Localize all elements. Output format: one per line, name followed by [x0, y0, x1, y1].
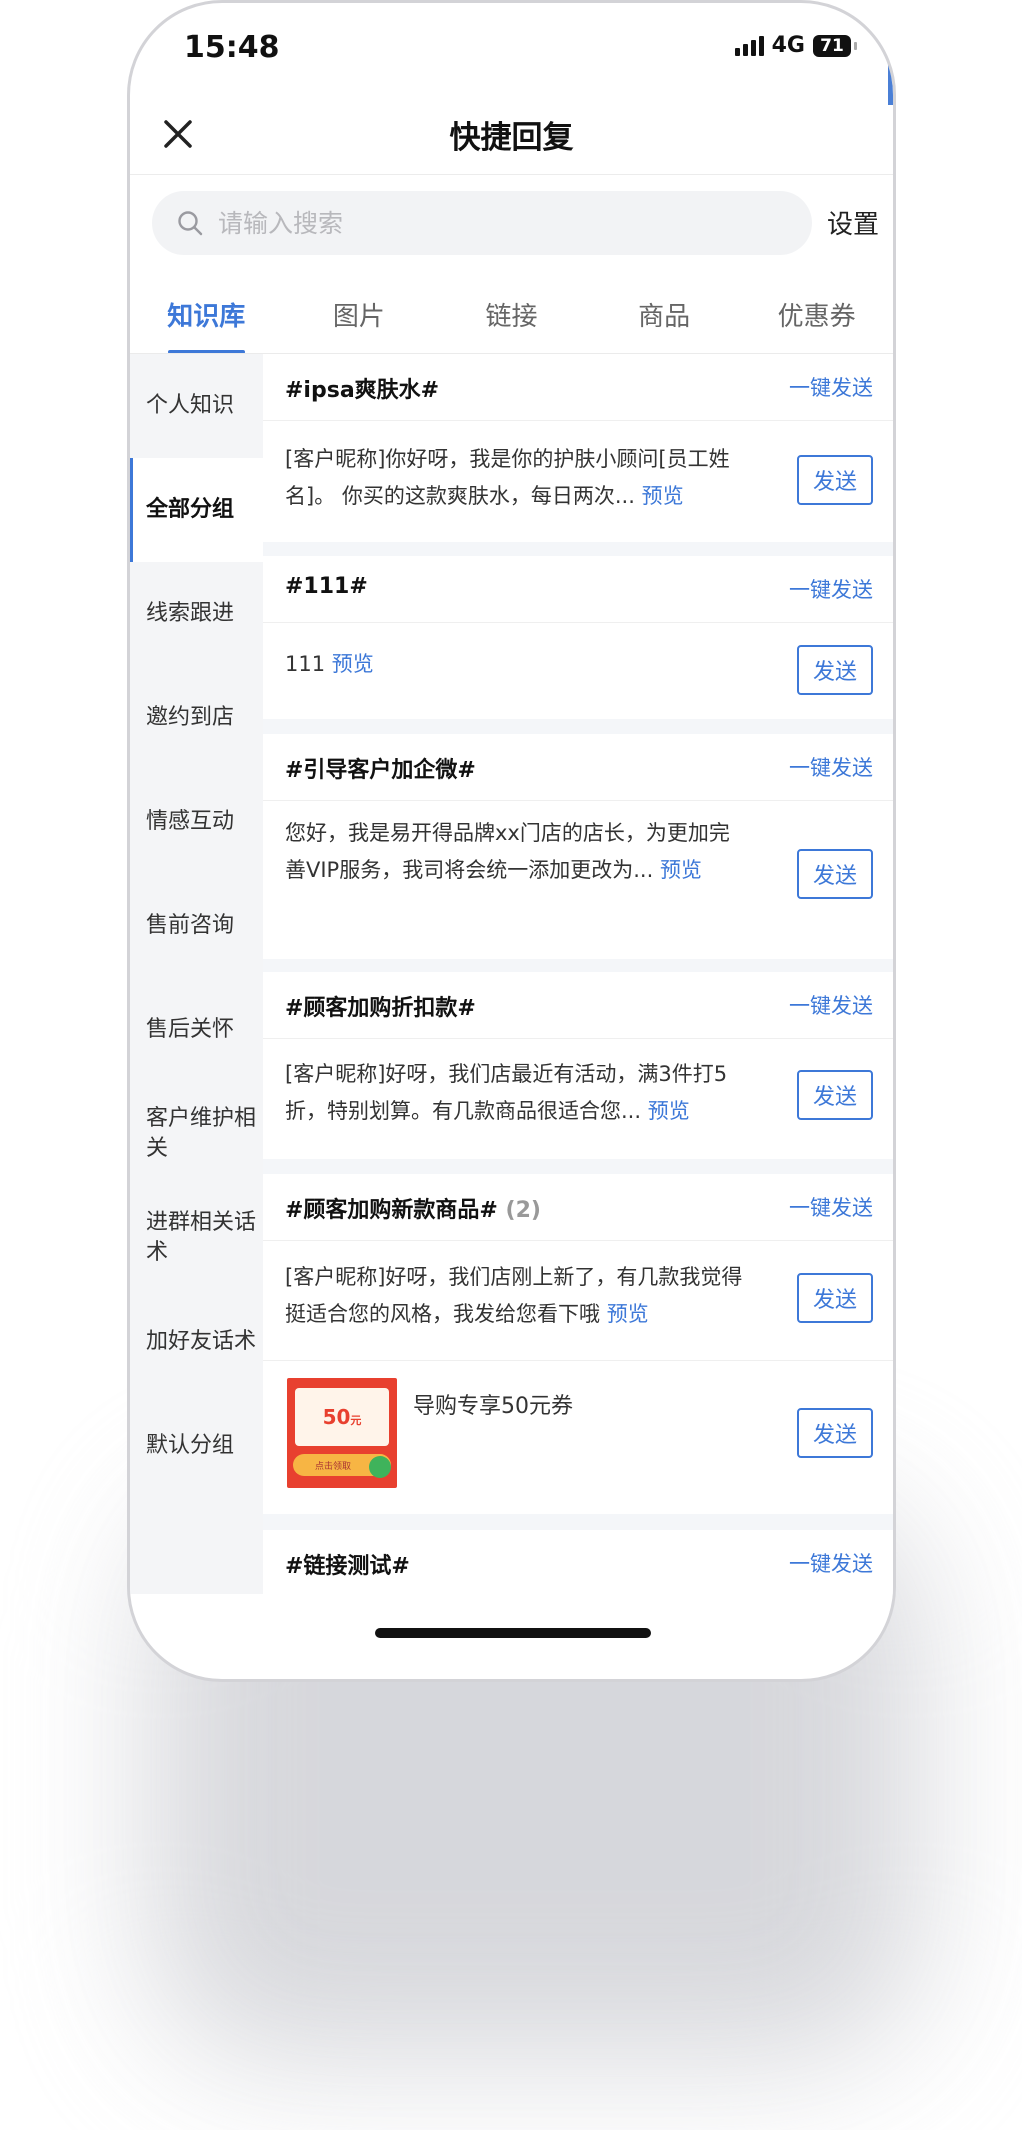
- send-coupon-button[interactable]: 发送: [797, 1408, 873, 1458]
- tab-links[interactable]: 链接: [435, 288, 588, 354]
- sidebar-item-customer-care[interactable]: 客户维护相关: [130, 1082, 263, 1186]
- coupon-value: 50: [322, 1405, 351, 1429]
- sidebar-item-personal[interactable]: 个人知识: [130, 354, 263, 458]
- quick-send-button[interactable]: 一键发送: [789, 1192, 873, 1222]
- send-button[interactable]: 发送: [797, 455, 873, 505]
- home-indicator: [375, 1628, 651, 1638]
- network-type: 4G: [771, 33, 805, 58]
- card-header: #链接测试# 一键发送: [263, 1530, 893, 1596]
- reply-card: #顾客加购折扣款# 一键发送 [客户昵称]好呀，我们店最近有活动，满3件打5折，…: [263, 972, 893, 1159]
- card-title: #顾客加购折扣款#: [285, 996, 476, 1021]
- coupon-unit: 元: [350, 1414, 362, 1427]
- sidebar-item-invite-store[interactable]: 邀约到店: [130, 666, 263, 770]
- send-button[interactable]: 发送: [797, 1070, 873, 1120]
- card-header: #引导客户加企微# 一键发送: [263, 734, 893, 801]
- preview-link[interactable]: 预览: [648, 1099, 690, 1123]
- sidebar-item-aftersale[interactable]: 售后关怀: [130, 978, 263, 1082]
- sidebar-item-label: 客户维护相关: [146, 1106, 257, 1161]
- card-title-text: #顾客加购新款商品#: [285, 1198, 498, 1223]
- sidebar-item-add-friend[interactable]: 加好友话术: [130, 1290, 263, 1394]
- card-header: #111# 一键发送: [263, 556, 893, 623]
- category-sidebar: 个人知识 全部分组 线索跟进 邀约到店 情感互动 售前咨询 售后关怀 客户维护相…: [130, 354, 263, 1594]
- sidebar-item-label: 邀约到店: [146, 705, 235, 730]
- tab-knowledge[interactable]: 知识库: [130, 288, 283, 354]
- reply-card: #ipsa爽肤水# 一键发送 [客户昵称]你好呀，我是你的护肤小顾问[员工姓名]…: [263, 354, 893, 542]
- coupon-title: 导购专享50元券: [413, 1394, 573, 1419]
- sidebar-item-label: 售后关怀: [146, 1017, 235, 1042]
- sidebar-item-lead-followup[interactable]: 线索跟进: [130, 562, 263, 666]
- preview-link[interactable]: 预览: [642, 484, 684, 508]
- card-title: #顾客加购新款商品# (2): [285, 1192, 541, 1224]
- status-indicators: 4G 71: [734, 33, 857, 58]
- sidebar-item-emotional[interactable]: 情感互动: [130, 770, 263, 874]
- tab-images[interactable]: 图片: [283, 288, 436, 354]
- card-title: #ipsa爽肤水#: [285, 378, 440, 403]
- signal-icon: [734, 35, 764, 56]
- card-message: [客户昵称]你好呀，我是你的护肤小顾问[员工姓名]。 你买的这款爽肤水，每日两次…: [285, 441, 750, 515]
- send-button[interactable]: 发送: [797, 1273, 873, 1323]
- settings-button[interactable]: 设置: [827, 204, 879, 241]
- card-title: #链接测试#: [285, 1554, 410, 1579]
- card-title: #引导客户加企微#: [285, 758, 476, 783]
- card-header: #顾客加购新款商品# (2) 一键发送: [263, 1174, 893, 1241]
- battery-icon: 71: [813, 34, 857, 57]
- quick-send-button[interactable]: 一键发送: [789, 372, 873, 402]
- reply-list: #ipsa爽肤水# 一键发送 [客户昵称]你好呀，我是你的护肤小顾问[员工姓名]…: [263, 354, 893, 1600]
- search-box[interactable]: [152, 191, 812, 255]
- card-header: #顾客加购折扣款# 一键发送: [263, 972, 893, 1039]
- sidebar-item-group-scripts[interactable]: 进群相关话术: [130, 1186, 263, 1290]
- sidebar-item-label: 进群相关话术: [146, 1210, 257, 1265]
- reply-card: #顾客加购新款商品# (2) 一键发送 [客户昵称]好呀，我们店刚上新了，有几款…: [263, 1174, 893, 1514]
- card-message: 111 预览: [285, 646, 750, 683]
- quick-send-button[interactable]: 一键发送: [789, 752, 873, 782]
- quick-send-button[interactable]: 一键发送: [789, 990, 873, 1020]
- card-divider: [263, 1360, 893, 1361]
- preview-link[interactable]: 预览: [607, 1302, 649, 1326]
- sidebar-item-presale[interactable]: 售前咨询: [130, 874, 263, 978]
- message-text: 111: [285, 652, 326, 676]
- sidebar-item-label: 全部分组: [146, 497, 235, 522]
- sidebar-item-label: 个人知识: [146, 393, 235, 418]
- reply-card: #引导客户加企微# 一键发送 您好，我是易开得品牌xx门店的店长，为更加完善VI…: [263, 734, 893, 959]
- send-button[interactable]: 发送: [797, 849, 873, 899]
- coupon-thumbnail: 50 元 点击领取: [287, 1378, 397, 1488]
- battery-level: 71: [820, 35, 844, 56]
- card-message: [客户昵称]好呀，我们店刚上新了，有几款我觉得挺适合您的风格，我发给您看下哦 预…: [285, 1259, 750, 1333]
- preview-link[interactable]: 预览: [660, 858, 702, 882]
- card-title: #111#: [285, 574, 368, 599]
- sidebar-item-label: 情感互动: [146, 809, 235, 834]
- card-message: 您好，我是易开得品牌xx门店的店长，为更加完善VIP服务，我司将会统一添加更改为…: [285, 815, 750, 889]
- card-message: [客户昵称]好呀，我们店最近有活动，满3件打5折，特别划算。有几款商品很适合您.…: [285, 1056, 750, 1130]
- reply-card: #111# 一键发送 111 预览 发送: [263, 556, 893, 719]
- sidebar-item-all-groups[interactable]: 全部分组: [130, 458, 263, 562]
- quick-send-button[interactable]: 一键发送: [789, 1548, 873, 1578]
- sidebar-item-label: 线索跟进: [146, 601, 235, 626]
- reply-card: #链接测试# 一键发送: [263, 1530, 893, 1600]
- miniprogram-icon: [369, 1456, 391, 1478]
- sidebar-item-label: 售前咨询: [146, 913, 235, 938]
- phone-frame: 15:48 4G 71 快捷回复 设置 知识库 图片 链接 商品 优惠券 个人知: [127, 0, 896, 1682]
- card-count: (2): [505, 1198, 541, 1223]
- status-time: 15:48: [184, 30, 280, 65]
- sidebar-item-default[interactable]: 默认分组: [130, 1394, 263, 1498]
- search-icon: [178, 211, 203, 236]
- sidebar-item-label: 加好友话术: [146, 1329, 257, 1354]
- tab-products[interactable]: 商品: [588, 288, 741, 354]
- preview-link[interactable]: 预览: [332, 652, 374, 676]
- search-input[interactable]: [216, 207, 780, 239]
- page-title: 快捷回复: [449, 120, 574, 156]
- nav-bar: 快捷回复: [130, 98, 893, 175]
- tab-coupons[interactable]: 优惠券: [740, 288, 893, 354]
- quick-send-button[interactable]: 一键发送: [789, 574, 873, 604]
- search-row: 设置: [130, 188, 893, 258]
- coupon-face: 50 元: [295, 1388, 389, 1446]
- card-header: #ipsa爽肤水# 一键发送: [263, 354, 893, 421]
- message-text: [客户昵称]好呀，我们店刚上新了，有几款我觉得挺适合您的风格，我发给您看下哦: [285, 1265, 743, 1326]
- sidebar-item-label: 默认分组: [146, 1433, 235, 1458]
- send-button[interactable]: 发送: [797, 645, 873, 695]
- tab-bar: 知识库 图片 链接 商品 优惠券: [130, 288, 893, 354]
